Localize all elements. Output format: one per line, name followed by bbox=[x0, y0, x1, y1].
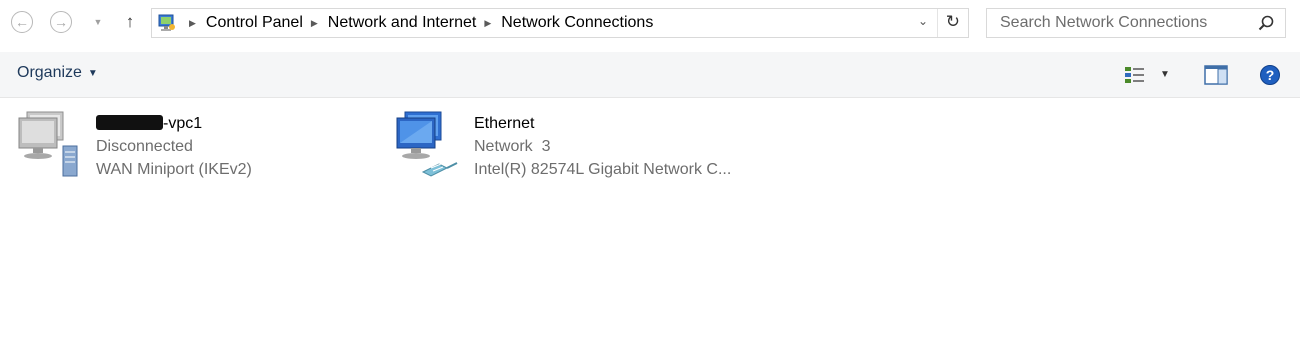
connection-name: -vpc1 bbox=[96, 112, 252, 135]
arrow-up-icon: ↑ bbox=[125, 12, 135, 31]
breadcrumb-network-and-internet[interactable]: Network and Internet bbox=[328, 14, 477, 32]
address-bar[interactable]: ▶ Control Panel ▶ Network and Internet ▶… bbox=[151, 8, 969, 38]
help-icon: ? bbox=[1260, 65, 1280, 85]
breadcrumb-separator-icon[interactable]: ▶ bbox=[311, 18, 318, 29]
arrow-right-icon: → bbox=[50, 11, 72, 33]
address-divider bbox=[937, 9, 938, 37]
view-options-chevron-icon[interactable]: ▼ bbox=[1160, 69, 1170, 80]
chevron-down-icon: ▼ bbox=[93, 17, 103, 27]
command-bar: Organize ▼ ▼ ? bbox=[0, 52, 1300, 98]
breadcrumb-control-panel[interactable]: Control Panel bbox=[206, 14, 303, 32]
breadcrumb-network-connections[interactable]: Network Connections bbox=[501, 14, 653, 32]
chevron-down-icon: ▼ bbox=[87, 67, 98, 79]
search-box[interactable] bbox=[986, 8, 1286, 38]
refresh-icon[interactable]: ↻ bbox=[946, 12, 960, 32]
connection-device: Intel(R) 82574L Gigabit Network C... bbox=[474, 161, 732, 178]
preview-pane-button[interactable] bbox=[1204, 63, 1228, 87]
arrow-left-icon: ← bbox=[11, 11, 33, 33]
organize-label: Organize bbox=[17, 64, 82, 81]
connection-status: Network 3 bbox=[474, 138, 551, 155]
help-button[interactable]: ? bbox=[1258, 63, 1282, 87]
ethernet-connection-icon bbox=[396, 111, 458, 177]
breadcrumb-separator-icon[interactable]: ▶ bbox=[484, 18, 491, 29]
search-input[interactable] bbox=[987, 9, 1258, 37]
svg-text:?: ? bbox=[1266, 67, 1275, 83]
address-history-chevron-icon[interactable]: ⌄ bbox=[918, 14, 928, 28]
breadcrumb-separator-icon[interactable]: ▶ bbox=[189, 18, 196, 29]
view-options-icon bbox=[1125, 67, 1144, 83]
connection-details: Ethernet Network 3 Intel(R) 82574L Gigab… bbox=[474, 112, 731, 181]
back-button[interactable]: ← bbox=[9, 9, 35, 35]
connection-name: Ethernet bbox=[474, 115, 535, 132]
connection-details: -vpc1 Disconnected WAN Miniport (IKEv2) bbox=[96, 112, 252, 181]
organize-button[interactable]: Organize ▼ bbox=[17, 64, 98, 82]
control-panel-icon bbox=[158, 14, 175, 31]
connection-status: Disconnected bbox=[96, 138, 193, 155]
forward-button[interactable]: → bbox=[48, 9, 74, 35]
vpn-connection-icon bbox=[18, 111, 78, 177]
connection-item-ethernet[interactable]: Ethernet Network 3 Intel(R) 82574L Gigab… bbox=[395, 108, 815, 188]
preview-pane-icon bbox=[1204, 65, 1228, 85]
connection-device: WAN Miniport (IKEv2) bbox=[96, 161, 252, 178]
redacted-text bbox=[96, 115, 163, 130]
address-bar-row: ← → ▼ ↑ ▶ Control Panel ▶ Network and In… bbox=[0, 0, 1300, 48]
change-view-button[interactable] bbox=[1123, 63, 1147, 87]
search-icon[interactable] bbox=[1257, 14, 1275, 32]
up-button[interactable]: ↑ bbox=[117, 9, 143, 35]
connection-item-vpn[interactable]: -vpc1 Disconnected WAN Miniport (IKEv2) bbox=[17, 108, 377, 188]
recent-locations-button[interactable]: ▼ bbox=[85, 9, 111, 35]
